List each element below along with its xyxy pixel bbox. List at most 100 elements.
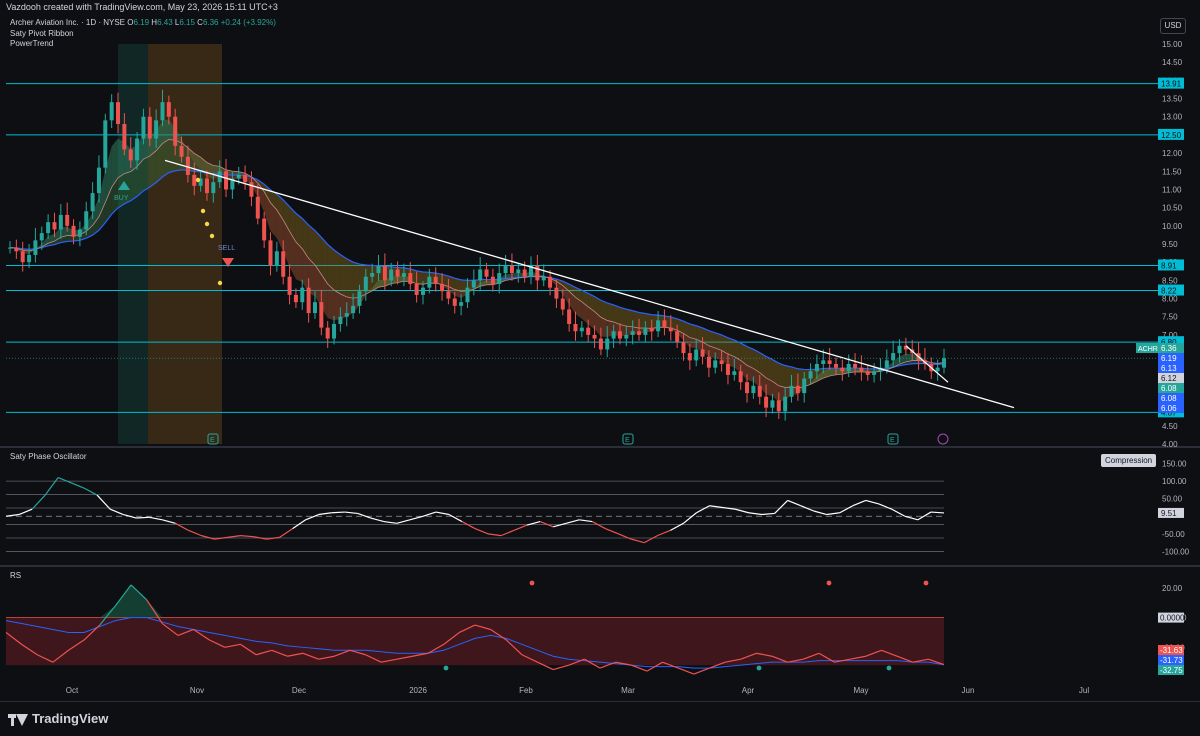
ribbon-segment bbox=[328, 244, 334, 290]
candle-body bbox=[834, 364, 838, 368]
candle-body bbox=[52, 222, 56, 229]
rs-value: -31.63 bbox=[1160, 646, 1183, 655]
price-axis-tick: 12.00 bbox=[1162, 149, 1183, 158]
sell-annotation: SELL bbox=[218, 245, 235, 252]
price-axis-tick: 4.50 bbox=[1162, 422, 1178, 431]
candle-body bbox=[650, 328, 654, 332]
price-axis-tick: 13.00 bbox=[1162, 113, 1183, 122]
chart-canvas[interactable]: 15.0014.5014.0013.5013.0012.5012.0011.50… bbox=[0, 0, 1200, 700]
oscillator-segment bbox=[306, 515, 319, 520]
oscillator-segment bbox=[696, 506, 709, 513]
oscillator-segment bbox=[462, 522, 475, 529]
candle-body bbox=[129, 149, 133, 160]
indicator-pivot-ribbon[interactable]: Saty Pivot Ribbon bbox=[10, 29, 74, 38]
oscillator-segment bbox=[905, 516, 918, 520]
candle-body bbox=[97, 168, 101, 193]
footer: TradingView bbox=[0, 701, 1200, 736]
price-label: 6.19 bbox=[1161, 354, 1177, 363]
pane-separator bbox=[0, 565, 1200, 567]
indicator-powertrend[interactable]: PowerTrend bbox=[10, 39, 53, 48]
oscillator-segment bbox=[319, 513, 332, 515]
oscillator-segment bbox=[710, 506, 723, 508]
candle-body bbox=[491, 277, 495, 284]
candle-body bbox=[256, 197, 260, 219]
candle-body bbox=[173, 117, 177, 146]
candle-body bbox=[224, 171, 228, 189]
rs-title[interactable]: RS bbox=[10, 571, 21, 580]
pane-separator bbox=[0, 446, 1200, 448]
oscillator-segment bbox=[84, 488, 97, 495]
candle-body bbox=[796, 386, 800, 393]
ribbon-segment bbox=[143, 135, 149, 159]
candle-body bbox=[840, 368, 844, 372]
candle-body bbox=[618, 331, 622, 338]
candle-body bbox=[300, 288, 304, 303]
candle-body bbox=[434, 277, 438, 284]
oscillator-segment bbox=[227, 536, 240, 538]
lightning-icon bbox=[938, 434, 948, 444]
candle-body bbox=[567, 309, 571, 324]
oscillator-axis-tick: -100.00 bbox=[1162, 547, 1190, 556]
oscillator-segment bbox=[579, 520, 592, 522]
candle-body bbox=[821, 360, 825, 364]
candle-body bbox=[580, 328, 584, 332]
oscillator-segment bbox=[840, 506, 853, 513]
rs-signal-dot bbox=[444, 666, 449, 671]
currency-button[interactable]: USD bbox=[1160, 18, 1186, 34]
ribbon-segment bbox=[417, 271, 423, 284]
tradingview-logo[interactable]: TradingView bbox=[8, 711, 108, 726]
oscillator-axis-tick: -50.00 bbox=[1162, 530, 1185, 539]
candle-body bbox=[764, 397, 768, 408]
time-axis-label: Nov bbox=[190, 686, 204, 695]
rs-positive-fill bbox=[6, 585, 944, 618]
candle-body bbox=[415, 284, 419, 295]
oscillator-segment bbox=[371, 518, 384, 522]
oscillator-segment bbox=[553, 523, 566, 527]
oscillator-segment bbox=[345, 512, 358, 513]
candle-body bbox=[84, 211, 88, 229]
oscillator-segment bbox=[201, 536, 214, 540]
candle-body bbox=[249, 182, 253, 197]
candle-body bbox=[326, 328, 330, 339]
rs-axis-tick: 20.00 bbox=[1162, 584, 1183, 593]
oscillator-segment bbox=[488, 534, 501, 536]
oscillator-segment bbox=[423, 512, 436, 516]
candle-body bbox=[809, 371, 813, 378]
oscillator-segment bbox=[736, 509, 749, 513]
ribbon-segment bbox=[633, 311, 639, 328]
signal-dot bbox=[196, 178, 200, 182]
event-marker: E bbox=[890, 437, 895, 444]
ribbon-segment bbox=[150, 151, 156, 187]
candle-body bbox=[898, 346, 902, 353]
candle-body bbox=[631, 331, 635, 335]
ribbon-segment bbox=[607, 303, 613, 322]
ribbon-segment bbox=[162, 139, 168, 176]
candle-body bbox=[186, 157, 190, 175]
open-value: 6.19 bbox=[133, 18, 149, 27]
oscillator-segment bbox=[853, 500, 866, 505]
candle-body bbox=[383, 266, 387, 281]
oscillator-segment bbox=[45, 478, 58, 496]
brand-name: TradingView bbox=[32, 711, 108, 726]
price-axis-tick: 9.50 bbox=[1162, 240, 1178, 249]
close-value: 6.36 bbox=[203, 18, 219, 27]
oscillator-segment bbox=[384, 522, 397, 524]
candle-body bbox=[726, 364, 730, 375]
candle-body bbox=[758, 386, 762, 397]
candle-body bbox=[446, 291, 450, 298]
candle-body bbox=[504, 266, 508, 273]
candle-body bbox=[866, 371, 870, 375]
rs-segment bbox=[553, 665, 569, 669]
candle-body bbox=[790, 386, 794, 397]
candle-body bbox=[675, 331, 679, 342]
oscillator-segment bbox=[866, 500, 879, 504]
rs-segment bbox=[678, 668, 694, 674]
oscillator-segment bbox=[749, 513, 762, 515]
candle-body bbox=[237, 175, 241, 179]
oscillator-title[interactable]: Saty Phase Oscillator bbox=[10, 452, 86, 461]
candle-body bbox=[497, 273, 501, 284]
level-label: 8.91 bbox=[1161, 261, 1177, 270]
time-axis-label: Jul bbox=[1079, 686, 1089, 695]
candle-body bbox=[389, 269, 393, 280]
candle-body bbox=[605, 339, 609, 350]
